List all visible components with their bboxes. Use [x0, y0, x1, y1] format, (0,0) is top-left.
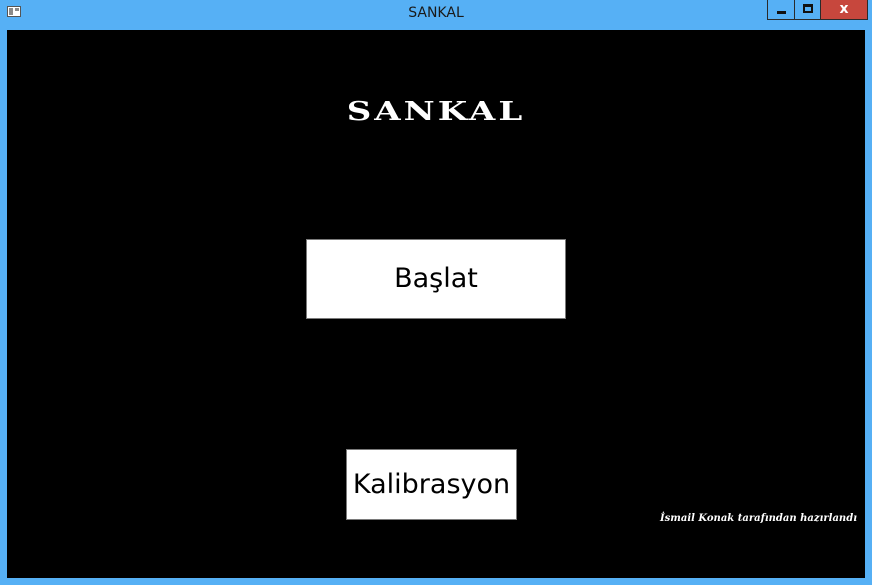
- close-button[interactable]: x: [821, 0, 868, 20]
- maximize-button[interactable]: [794, 0, 821, 20]
- close-icon: x: [839, 1, 849, 17]
- app-window: SANKAL x SANKAL Başlat Kalibrasyon İsmai…: [0, 0, 872, 585]
- minimize-icon: [777, 11, 786, 14]
- calibration-button[interactable]: Kalibrasyon: [346, 449, 517, 520]
- start-button[interactable]: Başlat: [306, 239, 566, 319]
- window-title: SANKAL: [408, 5, 464, 21]
- title-bar[interactable]: SANKAL x: [0, 0, 872, 30]
- main-panel: SANKAL Başlat Kalibrasyon İsmail Konak t…: [7, 30, 865, 578]
- minimize-button[interactable]: [767, 0, 794, 20]
- app-brand-title: SANKAL: [346, 96, 526, 128]
- maximize-icon: [803, 4, 813, 13]
- credit-text: İsmail Konak tarafından hazırlandı: [659, 513, 857, 524]
